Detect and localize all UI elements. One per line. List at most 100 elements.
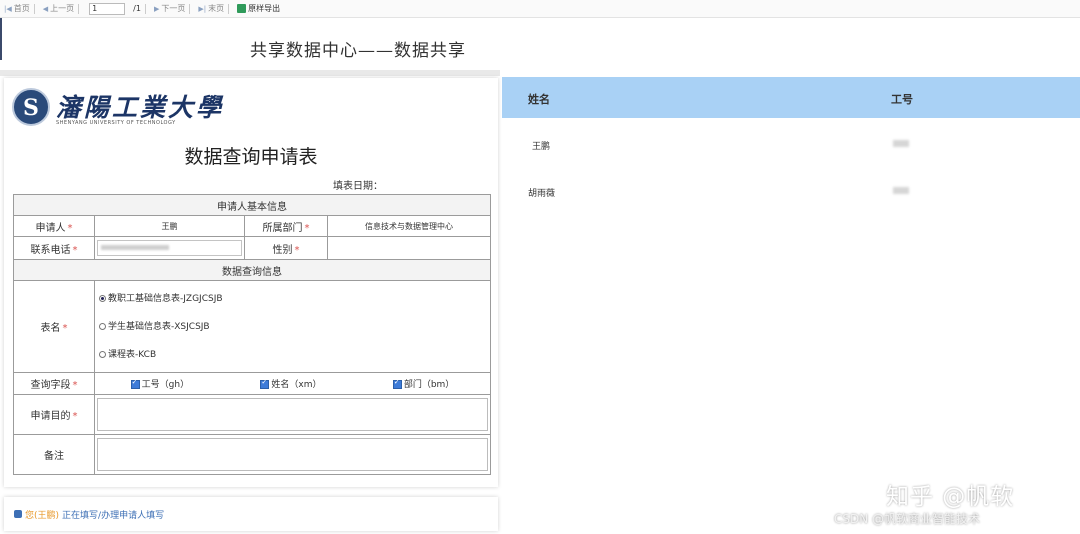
grid-header: 姓名 工号 (502, 77, 1080, 118)
purpose-input-cell (94, 394, 491, 435)
radio-selected-icon (99, 295, 106, 302)
checkbox-checked-icon (260, 378, 270, 389)
remark-textarea[interactable] (97, 438, 488, 471)
cell-staff-no-redacted (893, 187, 909, 194)
university-emblem-icon (12, 88, 50, 126)
report-toolbar: |◀ 首页 ◀ 上一页 1 /1 ▶ 下一页 ▶| 末页 原样导出 (0, 0, 1080, 18)
status-user: 您(王鹏) (25, 510, 60, 521)
toolbar-divider (189, 3, 191, 14)
page-total: /1 (133, 4, 141, 13)
query-field-label-xm: 姓名（xm） (271, 380, 322, 390)
university-logo-subtitle: SHENYANG UNIVERSITY OF TECHNOLOGY (56, 120, 176, 126)
required-mark: * (72, 380, 78, 391)
department-value: 信息技术与数据管理中心 (327, 215, 491, 237)
last-page-label: 末页 (208, 4, 225, 13)
form-top-band (0, 70, 500, 76)
required-mark: * (67, 222, 73, 234)
phone-redacted (101, 245, 169, 250)
watermark-zhihu: 知乎 @帆软 (886, 484, 1015, 510)
gender-label-cell: 性别 * (244, 236, 328, 260)
toolbar-divider (33, 3, 35, 14)
query-field-bm[interactable]: 部门（bm） (392, 377, 455, 390)
query-field-label-cell: 查询字段 * (13, 372, 95, 395)
query-field-gh[interactable]: 工号（gh） (130, 377, 190, 390)
remark-label: 备注 (13, 434, 95, 475)
purpose-textarea[interactable] (97, 398, 488, 431)
last-page-button[interactable]: ▶| 末页 (198, 3, 224, 14)
table-option-jzg[interactable]: 教职工基础信息表-JZGJCSJB (99, 285, 486, 313)
gender-value[interactable] (327, 236, 491, 260)
toolbar-divider (78, 3, 80, 14)
toolbar-divider (228, 3, 230, 14)
column-header-staff-no: 工号 (891, 93, 913, 106)
applicant-label: 申请人 (35, 222, 66, 234)
form-title: 数据查询申请表 (184, 146, 318, 168)
first-page-icon: |◀ (4, 4, 12, 13)
query-fields-cell: 工号（gh） 姓名（xm） 部门（bm） (94, 372, 491, 395)
section-query-row: 数据查询信息 (13, 259, 491, 281)
table-option-label: 课程表-KCB (108, 349, 157, 360)
query-field-label-bm: 部门（bm） (403, 380, 455, 390)
section-basic-heading: 申请人基本信息 (13, 194, 491, 216)
application-form-table: 申请人基本信息 申请人 * 王鹏 所属部门 * 信息技术与数据管理中心 联系电话 * … (13, 194, 491, 475)
required-mark: * (72, 411, 78, 422)
last-page-icon: ▶| (198, 4, 207, 13)
table-options-cell: 教职工基础信息表-JZGJCSJB 学生基础信息表-XSJCSJB 课程表-KC… (94, 280, 491, 373)
cell-name: 胡雨薇 (528, 189, 556, 199)
department-label: 所属部门 (262, 222, 303, 234)
page-number-input[interactable]: 1 (89, 2, 126, 15)
table-option-label: 教职工基础信息表-JZGJCSJB (108, 293, 223, 304)
cell-staff-no-redacted (893, 140, 909, 147)
remark-row: 备注 (13, 434, 491, 475)
phone-label-cell: 联系电话 * (13, 236, 95, 260)
application-form-card: 瀋陽工業大學 SHENYANG UNIVERSITY OF TECHNOLOGY… (4, 78, 498, 487)
phone-row: 联系电话 * 性别 * (13, 236, 491, 260)
prev-page-icon: ◀ (42, 4, 49, 13)
phone-label: 联系电话 (30, 244, 71, 256)
prev-page-label: 上一页 (50, 4, 75, 13)
applicant-label-cell: 申请人 * (13, 215, 95, 237)
page-title: 共享数据中心——数据共享 (250, 41, 466, 61)
phone-input[interactable] (97, 240, 242, 256)
next-page-button[interactable]: ▶ 下一页 (154, 3, 185, 14)
user-icon (14, 510, 22, 518)
radio-icon (99, 323, 106, 330)
required-mark: * (62, 323, 68, 334)
first-page-label: 首页 (13, 4, 30, 13)
checkbox-checked-icon (392, 378, 402, 389)
first-page-button[interactable]: |◀ 首页 (4, 3, 30, 14)
query-field-label: 查询字段 (30, 380, 71, 391)
table-row[interactable]: 胡雨薇 (502, 180, 1080, 204)
department-label-cell: 所属部门 * (244, 215, 328, 237)
table-name-label: 表名 (40, 323, 61, 334)
status-message: 正在填写/办理申请人填写 (62, 510, 165, 521)
query-field-label-gh: 工号（gh） (141, 380, 190, 390)
purpose-row: 申请目的 * (13, 394, 491, 435)
radio-icon (99, 351, 106, 358)
query-field-xm[interactable]: 姓名（xm） (260, 377, 322, 390)
fill-date-label: 填表日期： (333, 181, 383, 192)
excel-export-icon (237, 4, 247, 13)
remark-input-cell (94, 434, 491, 475)
export-button[interactable]: 原样导出 (237, 3, 280, 14)
table-name-label-cell: 表名 * (13, 280, 95, 373)
phone-input-cell (94, 236, 245, 260)
table-option-kcb[interactable]: 课程表-KCB (99, 341, 486, 369)
required-mark: * (304, 222, 310, 234)
prev-page-button[interactable]: ◀ 上一页 (43, 3, 74, 14)
applicant-value: 王鹏 (94, 215, 245, 237)
toolbar-divider (144, 3, 146, 14)
university-logo-text: 瀋陽工業大學 (56, 93, 225, 122)
gender-label: 性别 (272, 244, 293, 256)
required-mark: * (294, 244, 300, 256)
table-name-row: 表名 * 教职工基础信息表-JZGJCSJB 学生基础信息表-XSJCSJB 课程… (13, 280, 491, 373)
checkbox-checked-icon (130, 378, 140, 389)
applicant-row: 申请人 * 王鹏 所属部门 * 信息技术与数据管理中心 (13, 215, 491, 237)
section-query-heading: 数据查询信息 (13, 259, 491, 281)
table-row[interactable]: 王鹏 (502, 133, 1080, 157)
purpose-label: 申请目的 (30, 411, 71, 422)
workflow-status-bar: 您(王鹏) 正在填写/办理申请人填写 (4, 497, 498, 531)
table-option-xs[interactable]: 学生基础信息表-XSJCSJB (99, 313, 486, 341)
table-option-label: 学生基础信息表-XSJCSJB (108, 321, 210, 332)
watermark-csdn: CSDN @帆软商业智能技术 (834, 512, 981, 526)
